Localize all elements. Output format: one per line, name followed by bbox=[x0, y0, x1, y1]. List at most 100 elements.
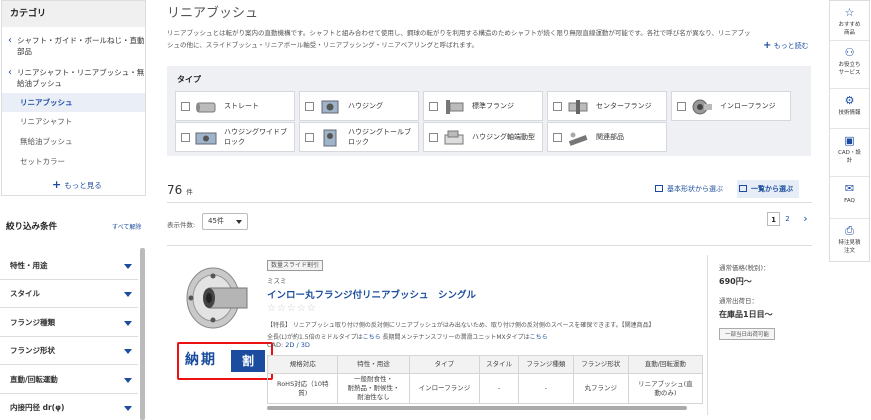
filter-characteristics[interactable]: 特性・用途 bbox=[0, 252, 138, 280]
type-checkbox[interactable] bbox=[429, 102, 438, 111]
related-parts-image bbox=[568, 132, 588, 146]
spec-cell: リニアブッシュ(直 動のみ) bbox=[627, 373, 704, 404]
maker-name: ミスミ bbox=[267, 277, 287, 285]
caret-down-icon bbox=[236, 220, 242, 224]
rail-recommended[interactable]: ☆ おすすめ 商品 bbox=[830, 1, 869, 41]
rail-faq[interactable]: ✉ FAQ bbox=[830, 177, 869, 219]
spec-header: フランジ形状 bbox=[572, 355, 629, 374]
per-page-label: 表示件数: bbox=[167, 221, 196, 229]
category-title: カテゴリ bbox=[2, 1, 145, 27]
next-page-button[interactable]: › bbox=[799, 212, 812, 226]
chevron-left-icon: ‹ bbox=[8, 35, 12, 46]
triangle-down-icon bbox=[124, 264, 132, 269]
page-title: リニアブッシュ bbox=[167, 6, 259, 21]
type-checkbox[interactable] bbox=[553, 133, 562, 142]
plus-icon: + bbox=[52, 178, 62, 191]
type-checkbox[interactable] bbox=[181, 102, 190, 111]
product-name-link[interactable]: インロー丸フランジ付リニアブッシュ シングル bbox=[267, 287, 476, 301]
view-by-list-button[interactable]: 一覧から選ぶ bbox=[737, 180, 799, 198]
category-item-linear-bush[interactable]: リニアブッシュ bbox=[2, 93, 145, 112]
product-image[interactable] bbox=[181, 262, 253, 340]
price-value: 690円～ bbox=[719, 277, 752, 286]
star-icon: ☆ bbox=[844, 6, 855, 19]
type-card-inlow-flange[interactable]: インローフランジ bbox=[671, 91, 791, 121]
housing-wide-block-image bbox=[195, 132, 217, 145]
rating-stars: ☆☆☆☆☆ bbox=[267, 303, 317, 314]
filter-flange-shape[interactable]: フランジ形状 bbox=[0, 337, 138, 365]
spec-table: 規格対応 特性・用途 タイプ スタイル フランジ種類 フランジ形状 直動/回転運… bbox=[266, 355, 704, 404]
straight-bush-image bbox=[196, 102, 216, 113]
triangle-down-icon bbox=[124, 292, 132, 297]
rail-tech-info[interactable]: ⚙ 技術情報 bbox=[830, 89, 869, 129]
link-mx-type[interactable]: こちら bbox=[530, 334, 548, 341]
type-checkbox[interactable] bbox=[553, 102, 562, 111]
people-icon: ⚇ bbox=[844, 46, 855, 59]
filter-inscribed-diameter[interactable]: 内接円径 dr(φ) bbox=[0, 394, 138, 420]
page-2[interactable]: 2 bbox=[781, 212, 794, 226]
document-icon: ⎙ bbox=[845, 224, 854, 237]
triangle-down-icon bbox=[124, 349, 132, 354]
rail-custom-quote[interactable]: ⎙ 特注見積 注文 bbox=[830, 219, 869, 261]
volume-discount-tag: 数量スライド割引 bbox=[267, 260, 324, 271]
type-card-center-flange[interactable]: センターフランジ bbox=[547, 91, 667, 121]
rail-cad-design[interactable]: ▣ CAD・設計 bbox=[830, 129, 869, 177]
category-item-oilless-bush[interactable]: 無給油ブッシュ bbox=[2, 132, 145, 151]
ship-label: 通常出荷日： bbox=[719, 297, 758, 305]
page-1[interactable]: 1 bbox=[767, 212, 780, 226]
spec-cell: - bbox=[479, 373, 519, 404]
category-item-linear-shaft[interactable]: リニアシャフト bbox=[2, 112, 145, 131]
rail-services[interactable]: ⚇ お役立ち サービス bbox=[830, 41, 869, 89]
category-link-shaft-guide[interactable]: ‹ シャフト・ガイド・ボールねじ・直動 部品 bbox=[8, 35, 145, 57]
housing-image bbox=[321, 100, 339, 114]
price-label: 通常価格(税別)： bbox=[719, 264, 770, 272]
spec-header: 規格対応 bbox=[266, 355, 339, 374]
type-card-housing[interactable]: ハウジング bbox=[299, 91, 419, 121]
plus-icon: + bbox=[763, 40, 772, 51]
spec-header: フランジ種類 bbox=[517, 355, 574, 374]
cad-info: CAD: 2D / 3D bbox=[267, 341, 310, 349]
right-rail: ☆ おすすめ 商品 ⚇ お役立ち サービス ⚙ 技術情報 ▣ CAD・設計 ✉ FAQ ⎙ 特注… bbox=[829, 0, 870, 262]
filter-title: 絞り込み条件 bbox=[6, 222, 58, 232]
type-checkbox[interactable] bbox=[305, 102, 314, 111]
link-middle-type[interactable]: こちら bbox=[363, 334, 381, 341]
clear-all-link[interactable]: すべて解除 bbox=[112, 222, 141, 231]
spec-cell: インローフランジ bbox=[408, 373, 481, 404]
left-sidebar: カテゴリ ‹ シャフト・ガイド・ボールねじ・直動 部品 ‹ リニアシャフト・リニ… bbox=[0, 0, 148, 420]
result-count: 76 件 bbox=[167, 183, 193, 197]
table-scrollbar[interactable] bbox=[267, 406, 687, 410]
type-checkbox[interactable] bbox=[677, 102, 686, 111]
type-filter-panel: タイプ ストレート ハウジング 標準フランジ センターフランジ インローフランジ bbox=[167, 66, 811, 156]
chat-icon: ✉ bbox=[844, 182, 855, 195]
type-card-related-parts[interactable]: 関連部品 bbox=[547, 122, 667, 152]
delivery-discount-badge: 納期 割 bbox=[177, 342, 273, 380]
spec-header: スタイル bbox=[479, 355, 519, 374]
show-more-link[interactable]: + もっと見る bbox=[52, 178, 102, 191]
type-checkbox[interactable] bbox=[181, 133, 190, 142]
type-card-housing-tall-block[interactable]: ハウジングトールブ ロック bbox=[299, 122, 419, 152]
discount-arrow-icon: 割 bbox=[231, 350, 265, 372]
type-card-straight[interactable]: ストレート bbox=[175, 91, 295, 121]
chevron-left-icon: ‹ bbox=[8, 67, 12, 78]
housing-tall-block-image bbox=[323, 129, 337, 147]
category-link-linear-shaft[interactable]: ‹ リニアシャフト・リニアブッシュ・無 給油ブッシュ bbox=[8, 67, 144, 89]
spec-header: 直動/回転運動 bbox=[627, 355, 704, 374]
view-by-shape-button[interactable]: 基本形状から選ぶ bbox=[653, 180, 723, 198]
per-page-select[interactable]: 45件 bbox=[202, 213, 248, 230]
filter-scrollbar[interactable] bbox=[140, 248, 145, 420]
triangle-down-icon bbox=[124, 378, 132, 383]
filter-flange-type[interactable]: フランジ種類 bbox=[0, 309, 138, 337]
spec-header: タイプ bbox=[408, 355, 481, 374]
type-card-housing-wide-block[interactable]: ハウジングワイドブ ロック bbox=[175, 122, 295, 152]
type-checkbox[interactable] bbox=[429, 133, 438, 142]
spec-cell: - bbox=[517, 373, 574, 404]
read-more-link[interactable]: + もっと読む bbox=[763, 40, 809, 51]
cad-link[interactable]: 2D / 3D bbox=[285, 341, 310, 349]
category-item-set-collar[interactable]: セットカラー bbox=[2, 152, 145, 171]
filter-style[interactable]: スタイル bbox=[0, 280, 138, 308]
same-day-ship-badge: 一部当日出荷可能 bbox=[719, 328, 776, 340]
filter-motion[interactable]: 直動/回転運動 bbox=[0, 366, 138, 394]
type-card-standard-flange[interactable]: 標準フランジ bbox=[423, 91, 543, 121]
type-card-housing-shaft-end[interactable]: ハウジング軸端動型 bbox=[423, 122, 543, 152]
type-checkbox[interactable] bbox=[305, 133, 314, 142]
category-description: リニアブッシュとは転がり案内の直動機構です。シャフトと組み合わせて使用し、鋼球の… bbox=[167, 29, 751, 49]
